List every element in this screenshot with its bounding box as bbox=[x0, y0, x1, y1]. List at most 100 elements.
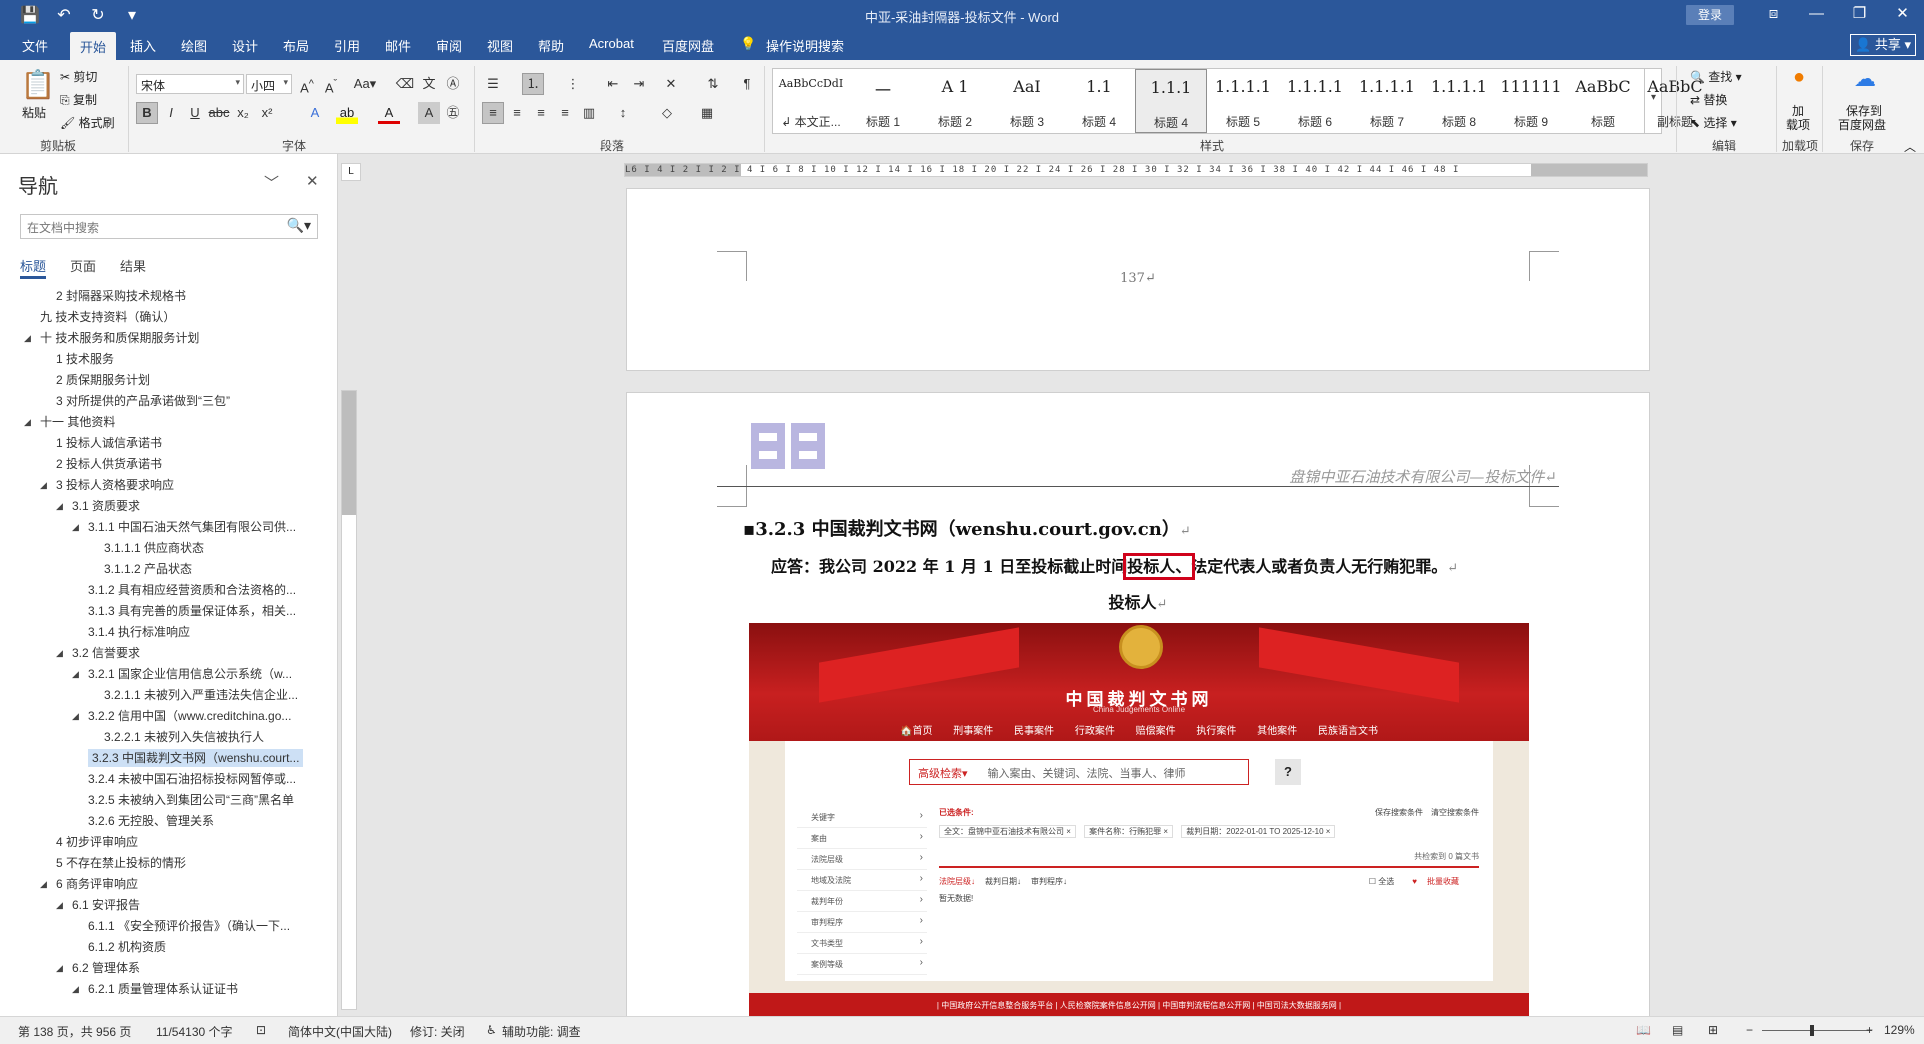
grow-font-icon[interactable]: A^ bbox=[296, 73, 318, 95]
zoom-slider[interactable] bbox=[1762, 1030, 1872, 1031]
collapse-triangle-icon[interactable]: ◢ bbox=[56, 958, 63, 979]
nav-heading-item[interactable]: 3.1.3 具有完善的质量保证体系，相关... bbox=[0, 601, 336, 622]
collapse-triangle-icon[interactable]: ◢ bbox=[40, 475, 47, 496]
tab-view[interactable]: 视图 bbox=[487, 36, 513, 55]
tab-headings[interactable]: 标题 bbox=[20, 256, 47, 279]
phonetic-guide-icon[interactable]: 文 bbox=[418, 73, 440, 95]
answer-paragraph[interactable]: 应答：我公司 2022 年 1 月 1 日至投标截止时间投标人、法定代表人或者负… bbox=[771, 553, 1458, 580]
clear-formatting-icon[interactable]: ⌫ bbox=[394, 73, 416, 95]
tab-design[interactable]: 设计 bbox=[232, 36, 258, 55]
nav-heading-item[interactable]: ◢ 3 投标人资格要求响应 bbox=[0, 475, 336, 496]
highlight-icon[interactable]: ab bbox=[336, 102, 358, 124]
superscript-icon[interactable]: x² bbox=[256, 102, 278, 124]
nav-heading-item[interactable]: 1 技术服务 bbox=[0, 349, 336, 370]
nav-heading-item[interactable]: 3.1.1.1 供应商状态 bbox=[0, 538, 336, 559]
tab-pages[interactable]: 页面 bbox=[70, 256, 96, 275]
style-item[interactable]: 1.1.1.1 标题 7 bbox=[1351, 69, 1423, 133]
zoom-in-icon[interactable]: + bbox=[1866, 1023, 1873, 1037]
collapse-triangle-icon[interactable]: ◢ bbox=[72, 979, 79, 1000]
nav-heading-item[interactable]: 6.1.2 机构资质 bbox=[0, 937, 336, 958]
nav-heading-item[interactable]: ◢ 3.2.2 信用中国（www.creditchina.go... bbox=[0, 706, 336, 727]
nav-search-input[interactable]: 在文档中搜索 🔍▾ bbox=[20, 214, 318, 239]
ribbon-display-icon[interactable]: ⧈ bbox=[1752, 3, 1795, 25]
tab-help[interactable]: 帮助 bbox=[538, 36, 564, 55]
web-layout-icon[interactable]: ⊞ bbox=[1708, 1023, 1718, 1037]
tab-draw[interactable]: 绘图 bbox=[181, 36, 207, 55]
embedded-website-screenshot[interactable]: 中国裁判文书网 China Judgements Online 🏠首页 刑事案件… bbox=[749, 623, 1529, 1017]
style-item[interactable]: 1.1.1 标题 4 bbox=[1135, 69, 1207, 133]
select-button[interactable]: ⬉ 选择 ▾ bbox=[1690, 114, 1737, 131]
style-item[interactable]: A 1 标题 2 bbox=[919, 69, 991, 133]
align-left-icon[interactable]: ≡ bbox=[482, 102, 504, 124]
tab-baidu-netdisk[interactable]: 百度网盘 bbox=[662, 36, 714, 55]
text-effects-icon[interactable]: A bbox=[304, 102, 326, 124]
style-item[interactable]: AaBbCcDdI ↲ 本文正... bbox=[775, 69, 847, 133]
nav-heading-item[interactable]: 5 不存在禁止投标的情形 bbox=[0, 853, 336, 874]
chevron-down-icon[interactable]: ﹀ bbox=[264, 172, 279, 193]
decrease-indent-icon[interactable]: ⇤ bbox=[602, 73, 624, 95]
align-right-icon[interactable]: ≡ bbox=[530, 102, 552, 124]
tab-review[interactable]: 审阅 bbox=[436, 36, 462, 55]
nav-heading-item[interactable]: 3.2.2.1 未被列入失信被执行人 bbox=[0, 727, 336, 748]
nav-heading-item[interactable]: ◢ 3.1 资质要求 bbox=[0, 496, 336, 517]
subscript-icon[interactable]: x₂ bbox=[232, 102, 254, 124]
chinese-layout-icon[interactable]: ✕ bbox=[660, 73, 682, 95]
style-item[interactable]: 1.1.1.1 标题 5 bbox=[1207, 69, 1279, 133]
paste-button[interactable]: 粘贴 bbox=[22, 104, 46, 121]
collapse-triangle-icon[interactable]: ◢ bbox=[56, 643, 63, 664]
enclose-characters-icon[interactable]: ㊄ bbox=[442, 102, 464, 124]
nav-heading-item[interactable]: 3.2.3 中国裁判文书网（wenshu.court... bbox=[0, 748, 336, 769]
accessibility-status[interactable]: 辅助功能: 调查 bbox=[502, 1023, 581, 1040]
document-page[interactable]: 137↵ bbox=[626, 188, 1650, 371]
tab-results[interactable]: 结果 bbox=[120, 256, 146, 275]
collapse-triangle-icon[interactable]: ◢ bbox=[72, 664, 79, 685]
document-page[interactable]: 盘锦中亚石油技术有限公司—投标文件↵ ▪3.2.3 中国裁判文书网（wenshu… bbox=[626, 392, 1650, 1018]
style-item[interactable]: 一标题 1 bbox=[847, 69, 919, 133]
nav-heading-item[interactable]: ◢ 6.2 管理体系 bbox=[0, 958, 336, 979]
tab-file[interactable]: 文件 bbox=[22, 36, 48, 55]
collapse-triangle-icon[interactable]: ◢ bbox=[40, 874, 47, 895]
style-item[interactable]: 111111 标题 9 bbox=[1495, 69, 1567, 133]
share-button[interactable]: 👤 共享 ▾ bbox=[1850, 34, 1916, 56]
image-caption[interactable]: 投标人↵ bbox=[627, 589, 1649, 613]
zoom-level[interactable]: 129% bbox=[1884, 1023, 1915, 1037]
collapse-triangle-icon[interactable]: ◢ bbox=[56, 895, 63, 916]
nav-heading-item[interactable]: 1 投标人诚信承诺书 bbox=[0, 433, 336, 454]
nav-heading-item[interactable]: ◢ 6 商务评审响应 bbox=[0, 874, 336, 895]
style-item[interactable]: 1.1.1.1 标题 6 bbox=[1279, 69, 1351, 133]
style-item[interactable]: AaI 标题 3 bbox=[991, 69, 1063, 133]
replace-button[interactable]: ⇄ 替换 bbox=[1690, 91, 1727, 108]
print-layout-icon[interactable]: ▤ bbox=[1672, 1023, 1683, 1037]
nav-heading-item[interactable]: ◢ 十一 其他资料 bbox=[0, 412, 336, 433]
change-case-icon[interactable]: Aa▾ bbox=[350, 73, 380, 95]
style-item[interactable]: 1.1 标题 4 bbox=[1063, 69, 1135, 133]
nav-heading-item[interactable]: 3.2.5 未被纳入到集团公司“三商”黑名单 bbox=[0, 790, 336, 811]
italic-icon[interactable]: I bbox=[160, 102, 182, 124]
character-border-icon[interactable]: Ⓐ bbox=[442, 73, 464, 95]
zoom-out-icon[interactable]: − bbox=[1746, 1023, 1753, 1037]
copy-button[interactable]: ⎘ 复制 bbox=[60, 91, 97, 108]
style-item[interactable]: AaBbC 标题 bbox=[1567, 69, 1639, 133]
nav-heading-item[interactable]: 九 技术支持资料（确认） bbox=[0, 307, 336, 328]
multilevel-list-icon[interactable]: ⋮ bbox=[562, 73, 584, 95]
nav-heading-item[interactable]: 6.1.1 《安全预评价报告》（确认一下... bbox=[0, 916, 336, 937]
tab-acrobat[interactable]: Acrobat bbox=[589, 36, 634, 51]
tab-references[interactable]: 引用 bbox=[334, 36, 360, 55]
nav-heading-item[interactable]: ◢ 6.2.1 质量管理体系认证证书 bbox=[0, 979, 336, 1000]
collapse-triangle-icon[interactable]: ◢ bbox=[24, 412, 31, 433]
shading-icon[interactable]: ◇ bbox=[656, 102, 678, 124]
styles-more-icon[interactable]: ▾ bbox=[1644, 68, 1662, 134]
nav-heading-item[interactable]: 2 质保期服务计划 bbox=[0, 370, 336, 391]
increase-indent-icon[interactable]: ⇥ bbox=[628, 73, 650, 95]
nav-heading-item[interactable]: 4 初步评审响应 bbox=[0, 832, 336, 853]
tab-selector[interactable]: L bbox=[341, 163, 361, 181]
justify-icon[interactable]: ≡ bbox=[554, 102, 576, 124]
font-name-combo[interactable]: 宋体 ▾ bbox=[136, 74, 244, 94]
addins-button-line2[interactable]: 载项 bbox=[1786, 116, 1810, 133]
collapse-ribbon-icon[interactable]: ︿ bbox=[1904, 138, 1916, 155]
paste-icon[interactable]: 📋 bbox=[20, 68, 56, 101]
nav-heading-item[interactable]: 3.1.1.2 产品状态 bbox=[0, 559, 336, 580]
tab-layout[interactable]: 布局 bbox=[283, 36, 309, 55]
nav-heading-item[interactable]: 2 封隔器采购技术规格书 bbox=[0, 286, 336, 307]
font-color-icon[interactable]: A bbox=[378, 102, 400, 124]
